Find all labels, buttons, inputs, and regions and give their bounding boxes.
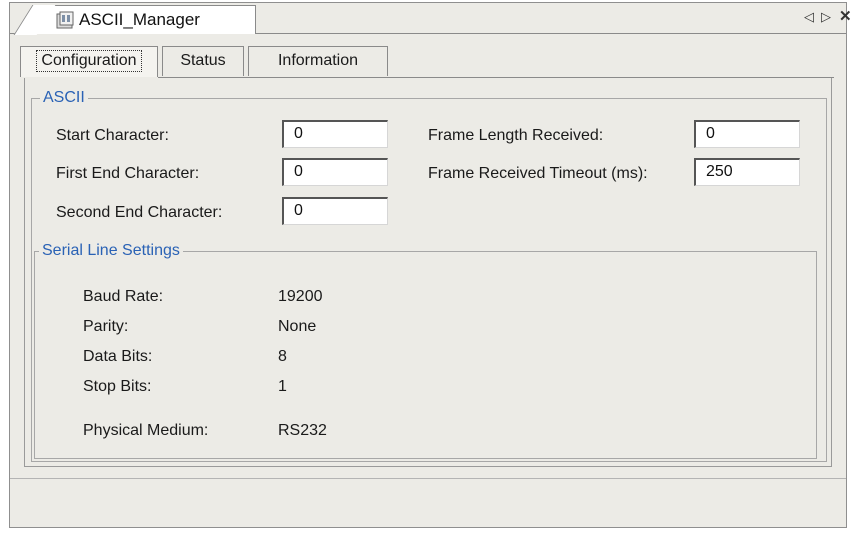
document-tab-title: ASCII_Manager	[79, 10, 200, 29]
data-bits-label: Data Bits:	[83, 348, 153, 365]
configuration-panel: ASCII Start Character: 0 First End Chara…	[24, 78, 832, 467]
scroll-left-icon[interactable]: ◁	[804, 9, 814, 25]
serial-line-settings-group: Serial Line Settings Baud Rate: 19200 Pa…	[34, 241, 817, 459]
frame-length-received-label: Frame Length Received:	[428, 127, 604, 144]
scroll-right-icon[interactable]: ▷	[821, 9, 831, 25]
tab-configuration[interactable]: Configuration	[20, 46, 158, 77]
tab-information[interactable]: Information	[248, 46, 388, 76]
second-end-character-input[interactable]: 0	[282, 197, 388, 225]
parity-value: None	[278, 318, 317, 335]
physical-medium-label: Physical Medium:	[83, 422, 209, 439]
document-tab-strip: ASCII_Manager ◁ ▷ ✕	[10, 3, 852, 34]
physical-medium-value: RS232	[278, 422, 327, 439]
close-icon[interactable]: ✕	[839, 9, 852, 25]
first-end-character-input[interactable]: 0	[282, 158, 388, 186]
stop-bits-value: 1	[278, 378, 287, 395]
empty-footer-area	[10, 478, 846, 527]
tab-configuration-label: Configuration	[36, 50, 142, 72]
ascii-group: ASCII Start Character: 0 First End Chara…	[31, 88, 827, 462]
serial-line-settings-title: Serial Line Settings	[39, 241, 183, 261]
tab-information-label: Information	[277, 52, 359, 69]
start-character-input[interactable]: 0	[282, 120, 388, 148]
document-tab-ascii-manager[interactable]: ASCII_Manager	[30, 5, 256, 34]
ascii-group-title: ASCII	[40, 88, 88, 108]
data-bits-value: 8	[278, 348, 287, 365]
stop-bits-label: Stop Bits:	[83, 378, 152, 395]
baud-rate-value: 19200	[278, 288, 323, 305]
device-icon	[56, 11, 74, 29]
parity-label: Parity:	[83, 318, 129, 335]
editor-window: ASCII_Manager ◁ ▷ ✕ Configuration Status…	[9, 2, 852, 528]
start-character-label: Start Character:	[56, 127, 169, 144]
tab-status[interactable]: Status	[162, 46, 244, 76]
tab-status-label: Status	[180, 52, 226, 69]
frame-length-received-input[interactable]: 0	[694, 120, 800, 148]
second-end-character-label: Second End Character:	[56, 204, 223, 221]
baud-rate-label: Baud Rate:	[83, 288, 164, 305]
frame-received-timeout-input[interactable]: 250	[694, 158, 800, 186]
frame-received-timeout-label: Frame Received Timeout (ms):	[428, 165, 648, 182]
first-end-character-label: First End Character:	[56, 165, 200, 182]
